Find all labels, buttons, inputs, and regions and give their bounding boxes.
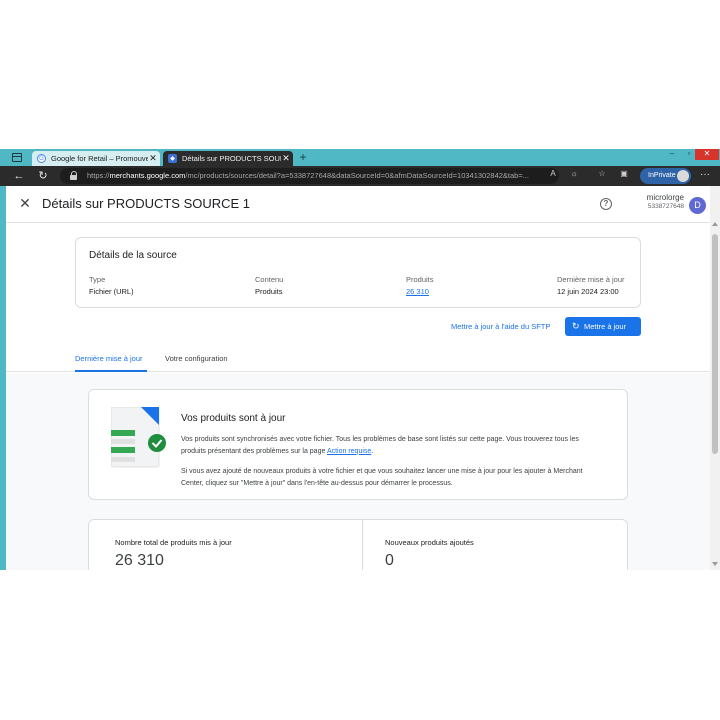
page-title: Détails sur PRODUCTS SOURCE 1 xyxy=(42,196,251,211)
tab-actions-icon[interactable] xyxy=(12,153,22,162)
read-aloud-icon[interactable]: A xyxy=(547,169,559,178)
close-icon[interactable]: ✕ xyxy=(18,196,32,210)
update-button-label: Mettre à jour xyxy=(584,322,627,331)
field-value: 12 juin 2024 23:00 xyxy=(557,287,619,296)
stat-value: 0 xyxy=(385,552,394,569)
update-button[interactable]: ↻ Mettre à jour xyxy=(565,317,641,336)
browser-tab-label: Détails sur PRODUCTS SOURCE 1 xyxy=(182,154,281,163)
refresh-icon[interactable]: ↻ xyxy=(36,169,50,183)
field-label: Dernière mise à jour xyxy=(557,275,625,284)
url-host: merchants.google.com xyxy=(109,171,186,180)
tab-last-update[interactable]: Dernière mise à jour xyxy=(75,354,143,363)
merchant-center-icon: ◆ xyxy=(168,154,177,163)
source-content: Contenu Produits xyxy=(255,275,283,296)
status-title: Vos produits sont à jour xyxy=(181,413,286,424)
merchant-center-page: ✕ Détails sur PRODUCTS SOURCE 1 ? microl… xyxy=(6,186,710,570)
inprivate-badge[interactable]: InPrivate xyxy=(640,168,691,184)
refresh-icon: ↻ xyxy=(572,321,580,331)
browser-window: G Google for Retail – Promouvez vo ✕ ◆ D… xyxy=(0,149,720,570)
close-tab-icon[interactable]: ✕ xyxy=(281,153,291,164)
status-paragraph-2: Si vous avez ajouté de nouveaux produits… xyxy=(181,468,583,487)
address-bar-row: ← ↻ https://merchants.google.com/mc/prod… xyxy=(0,166,720,186)
field-value: Produits xyxy=(255,287,283,296)
url-path: /mc/products/sources/detail?a=5338727648… xyxy=(185,171,529,180)
close-tab-icon[interactable]: ✕ xyxy=(148,153,158,164)
profile-avatar xyxy=(677,170,689,182)
action-required-link[interactable]: Action requise xyxy=(327,448,371,455)
more-options-icon[interactable]: ··· xyxy=(698,169,712,180)
stats-divider xyxy=(362,520,363,570)
field-label: Contenu xyxy=(255,275,284,284)
new-tab-icon[interactable]: + xyxy=(297,150,309,164)
document-check-icon xyxy=(111,407,166,468)
tab-configuration[interactable]: Votre configuration xyxy=(165,354,228,363)
status-text-end: . xyxy=(371,447,374,455)
field-value: Fichier (URL) xyxy=(89,287,134,296)
inprivate-label: InPrivate xyxy=(648,172,676,179)
screenshot-canvas: G Google for Retail – Promouvez vo ✕ ◆ D… xyxy=(0,0,720,720)
status-text: Vos produits sont synchronisés avec votr… xyxy=(181,436,579,455)
collections-icon[interactable]: ▣ xyxy=(618,169,630,178)
scroll-up-icon[interactable] xyxy=(712,222,718,226)
scroll-down-icon[interactable] xyxy=(712,562,718,566)
source-details-title: Détails de la source xyxy=(89,250,177,261)
status-paragraph-1: Vos produits sont synchronisés avec votr… xyxy=(181,434,601,457)
products-count-link[interactable]: 26 310 xyxy=(406,287,434,296)
source-details-card: Détails de la source Type Fichier (URL) … xyxy=(75,237,641,308)
source-products: Produits 26 310 xyxy=(406,275,434,296)
stat-label: Nouveaux produits ajoutés xyxy=(385,538,474,547)
browser-tab-merchant-details[interactable]: ◆ Détails sur PRODUCTS SOURCE 1 ✕ xyxy=(163,151,293,166)
active-tab-indicator xyxy=(75,370,147,372)
avatar[interactable]: D xyxy=(689,197,706,214)
source-type: Type Fichier (URL) xyxy=(89,275,134,296)
lock-icon xyxy=(70,171,78,181)
account-name: microlorge xyxy=(646,193,684,202)
stat-value: 26 310 xyxy=(115,552,164,569)
tracking-prevention-icon[interactable]: ☼ xyxy=(568,169,580,178)
field-label: Produits xyxy=(406,275,434,284)
browser-tab-label: Google for Retail – Promouvez vo xyxy=(51,154,148,163)
page-header: ✕ Détails sur PRODUCTS SOURCE 1 ? microl… xyxy=(6,186,710,223)
browser-tab-google-retail[interactable]: G Google for Retail – Promouvez vo ✕ xyxy=(32,151,160,166)
tab-strip: G Google for Retail – Promouvez vo ✕ ◆ D… xyxy=(0,149,720,166)
url-prefix: https:// xyxy=(87,171,110,180)
status-card: Vos produits sont à jour Vos produits so… xyxy=(88,389,628,500)
stat-new-products: Nouveaux produits ajoutés 0 xyxy=(385,538,474,570)
stat-label: Nombre total de produits mis à jour xyxy=(115,538,232,547)
close-window-icon[interactable]: ✕ xyxy=(695,149,719,160)
help-icon[interactable]: ? xyxy=(600,198,612,210)
sftp-update-link[interactable]: Mettre à jour à l'aide du SFTP xyxy=(451,322,550,331)
source-last-update: Dernière mise à jour 12 juin 2024 23:00 xyxy=(557,275,625,296)
stat-total-updated: Nombre total de produits mis à jour 26 3… xyxy=(115,538,232,570)
url-text[interactable]: https://merchants.google.com/mc/products… xyxy=(87,171,549,180)
page-tabs: Dernière mise à jour Votre configuration xyxy=(6,349,710,372)
account-id: 5338727648 xyxy=(647,203,684,210)
scrollbar-thumb[interactable] xyxy=(712,234,718,454)
field-label: Type xyxy=(89,275,106,284)
address-bar[interactable]: https://merchants.google.com/mc/products… xyxy=(60,168,559,184)
google-icon: G xyxy=(37,154,46,163)
back-icon[interactable]: ← xyxy=(12,169,26,183)
favorites-icon[interactable]: ☆ xyxy=(596,169,608,178)
page-scrollbar[interactable] xyxy=(710,186,720,570)
account-info[interactable]: microlorge 5338727648 xyxy=(622,193,684,210)
stats-card: Nombre total de produits mis à jour 26 3… xyxy=(88,519,628,570)
